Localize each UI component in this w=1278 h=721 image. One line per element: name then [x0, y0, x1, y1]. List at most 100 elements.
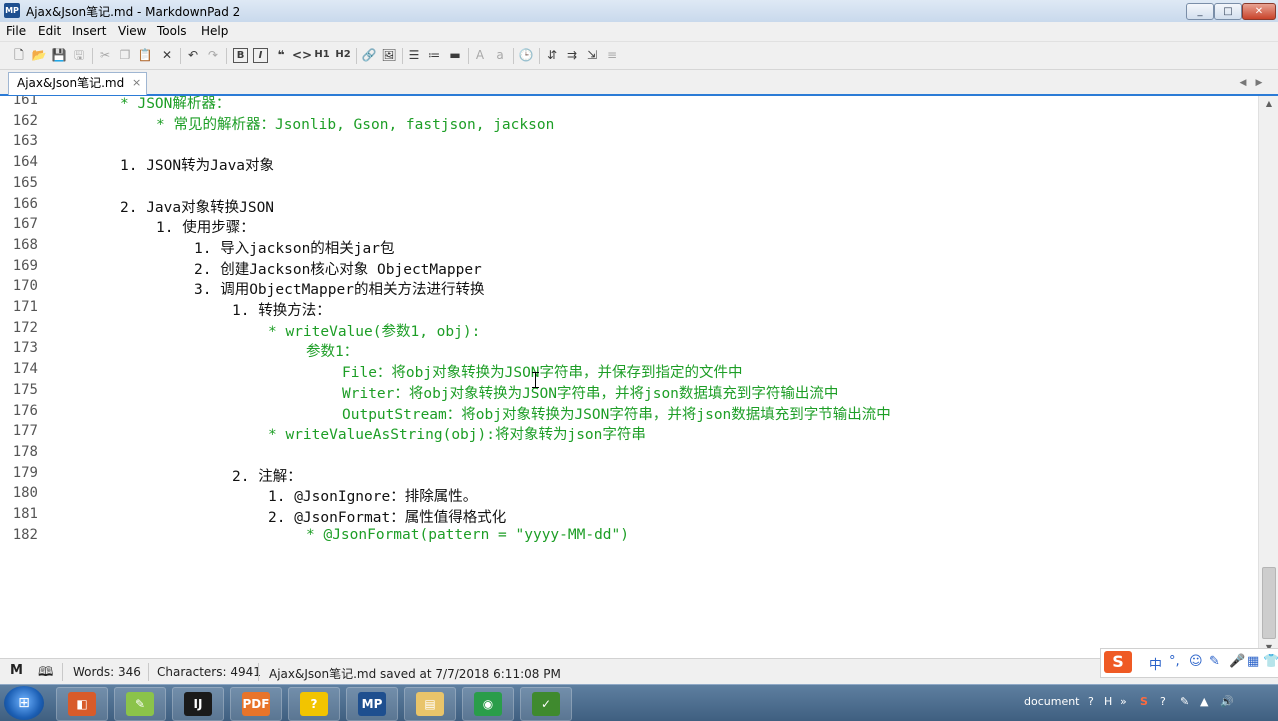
- ime-skin-icon[interactable]: 👕: [1263, 654, 1278, 669]
- tray-sogou-icon[interactable]: S: [1140, 695, 1148, 708]
- taskbar-app-intellij[interactable]: IJ: [172, 687, 224, 721]
- horizontal-rule-icon[interactable]: ▬: [446, 46, 464, 64]
- taskbar-app-chart-app[interactable]: ✓: [520, 687, 572, 721]
- close-button[interactable]: ✕: [1242, 3, 1276, 20]
- book-icon[interactable]: 🕮: [38, 663, 53, 685]
- editor-line[interactable]: 179 2. 注解：: [0, 465, 1258, 486]
- editor-line[interactable]: 173 参数1：: [0, 340, 1258, 361]
- editor-line[interactable]: 174 File：将obj对象转换为JSON字符串，并保存到指定的文件中: [0, 361, 1258, 382]
- ime-voice-icon[interactable]: 🎤: [1229, 654, 1245, 669]
- editor-line[interactable]: 167 1. 使用步骤：: [0, 216, 1258, 237]
- lowercase-icon[interactable]: a: [491, 46, 509, 64]
- tray-ime-h-icon[interactable]: H: [1104, 695, 1112, 708]
- editor-line[interactable]: 176 OutputStream：将obj对象转换为JSON字符串，并将json数…: [0, 403, 1258, 424]
- menu-view[interactable]: View: [118, 24, 146, 38]
- menu-bar: File Edit Insert View Tools Help: [0, 22, 1278, 42]
- tray-expand-icon[interactable]: »: [1120, 695, 1127, 708]
- taskbar-app-help[interactable]: ?: [288, 687, 340, 721]
- editor-line[interactable]: 161 * JSON解析器：: [0, 96, 1258, 113]
- link-icon[interactable]: 🔗: [360, 46, 378, 64]
- undo-icon[interactable]: ↶: [184, 46, 202, 64]
- tab-scroll-right-icon[interactable]: ▶: [1252, 76, 1266, 90]
- scrollbar-thumb[interactable]: [1262, 567, 1276, 639]
- editor-line[interactable]: 181 2. @JsonFormat：属性值得格式化: [0, 506, 1258, 527]
- preview-split-icon[interactable]: ⇉: [563, 46, 581, 64]
- timestamp-icon[interactable]: 🕒: [517, 46, 535, 64]
- editor-line[interactable]: 162 * 常见的解析器：Jsonlib, Gson, fastjson, jac…: [0, 113, 1258, 134]
- toolbar-overflow-icon[interactable]: ≡: [603, 46, 621, 64]
- editor-line[interactable]: 180 1. @JsonIgnore：排除属性。: [0, 485, 1258, 506]
- ime-punctuation-icon[interactable]: °,: [1169, 654, 1180, 669]
- editor-line[interactable]: 177 * writeValueAsString(obj):将对象转为json字符…: [0, 423, 1258, 444]
- maximize-button[interactable]: □: [1214, 3, 1242, 20]
- editor-line[interactable]: 171 1. 转换方法：: [0, 299, 1258, 320]
- line-number: 161: [12, 96, 38, 108]
- editor-line[interactable]: 182 * @JsonFormat(pattern = "yyyy-MM-dd"): [0, 527, 1258, 548]
- export-icon[interactable]: ⇲: [583, 46, 601, 64]
- tray-volume-icon[interactable]: 🔊: [1220, 695, 1234, 708]
- new-file-icon[interactable]: 🗋: [10, 46, 28, 64]
- start-button[interactable]: ⊞: [4, 686, 44, 720]
- taskbar-app-markdownpad[interactable]: MP: [346, 687, 398, 721]
- editor-line[interactable]: 169 2. 创建Jackson核心对象 ObjectMapper: [0, 258, 1258, 279]
- editor-line[interactable]: 170 3. 调用ObjectMapper的相关方法进行转换: [0, 278, 1258, 299]
- cut-icon[interactable]: ✂: [96, 46, 114, 64]
- editor-line[interactable]: 175 Writer：将obj对象转换为JSON字符串，并将json数据填充到字符…: [0, 382, 1258, 403]
- taskbar-app-pdf-reader[interactable]: PDF: [230, 687, 282, 721]
- editor-line[interactable]: 165: [0, 175, 1258, 196]
- markdown-mode-icon[interactable]: M: [10, 663, 23, 678]
- preview-icon[interactable]: ⇵: [543, 46, 561, 64]
- editor-line[interactable]: 168 1. 导入jackson的相关jar包: [0, 237, 1258, 258]
- open-file-icon[interactable]: 📂: [30, 46, 48, 64]
- italic-icon[interactable]: I: [253, 48, 268, 63]
- save-icon[interactable]: 💾: [50, 46, 68, 64]
- menu-help[interactable]: Help: [201, 24, 228, 38]
- tab-ajax-json-md[interactable]: Ajax&Json笔记.md ×: [8, 72, 148, 95]
- taskbar-app-file-explorer[interactable]: ▤: [404, 687, 456, 721]
- paste-icon[interactable]: 📋: [136, 46, 154, 64]
- ime-toolbar[interactable]: S 中 °, ☺ ✎ 🎤 ▦ 👕: [1100, 648, 1278, 678]
- vertical-scrollbar[interactable]: ▲ ▼: [1258, 96, 1278, 658]
- delete-icon[interactable]: ✕: [158, 46, 176, 64]
- tray-flag-icon[interactable]: ▲: [1200, 695, 1208, 708]
- menu-tools[interactable]: Tools: [157, 24, 187, 38]
- redo-icon[interactable]: ↷: [204, 46, 222, 64]
- copy-icon[interactable]: ❐: [116, 46, 134, 64]
- tray-document-label[interactable]: document: [1024, 695, 1080, 708]
- quote-icon[interactable]: ❝: [272, 46, 290, 64]
- tray-pen-icon[interactable]: ✎: [1180, 695, 1189, 708]
- code-icon[interactable]: <>: [292, 46, 312, 64]
- ime-handwrite-icon[interactable]: ✎: [1209, 654, 1220, 669]
- menu-file[interactable]: File: [6, 24, 26, 38]
- taskbar-app-notepad-plus[interactable]: ✎: [114, 687, 166, 721]
- taskbar-app-explorer-pinned[interactable]: ◧: [56, 687, 108, 721]
- menu-insert[interactable]: Insert: [72, 24, 106, 38]
- markdownpad-app-icon[interactable]: MP: [4, 3, 20, 18]
- sogou-ime-icon[interactable]: S: [1104, 651, 1132, 673]
- save-all-icon[interactable]: 🖫: [70, 46, 88, 64]
- uppercase-icon[interactable]: A: [471, 46, 489, 64]
- ordered-list-icon[interactable]: ≔: [425, 46, 443, 64]
- heading2-icon[interactable]: H2: [334, 46, 352, 64]
- ime-chinese-mode[interactable]: 中: [1149, 654, 1162, 673]
- editor-line[interactable]: 164 1. JSON转为Java对象: [0, 154, 1258, 175]
- tab-scroll-left-icon[interactable]: ◀: [1236, 76, 1250, 90]
- taskbar-app-chrome[interactable]: ◉: [462, 687, 514, 721]
- heading1-icon[interactable]: H1: [313, 46, 331, 64]
- editor-line[interactable]: 163: [0, 133, 1258, 154]
- tray-help-icon[interactable]: ?: [1088, 695, 1094, 708]
- bold-icon[interactable]: B: [233, 48, 248, 63]
- ime-emoji-icon[interactable]: ☺: [1189, 654, 1203, 669]
- editor-pane[interactable]: 161 * JSON解析器： 162 * 常见的解析器：Jsonlib, Gson, …: [0, 96, 1258, 658]
- scroll-up-icon[interactable]: ▲: [1259, 96, 1278, 112]
- minimize-button[interactable]: _: [1186, 3, 1214, 20]
- editor-line[interactable]: 166 2. Java对象转换JSON: [0, 196, 1258, 217]
- menu-edit[interactable]: Edit: [38, 24, 61, 38]
- editor-line[interactable]: 178: [0, 444, 1258, 465]
- tab-close-icon[interactable]: ×: [132, 73, 141, 93]
- image-icon[interactable]: 🖼: [380, 46, 398, 64]
- tray-question-icon[interactable]: ?: [1160, 695, 1166, 708]
- ime-keyboard-icon[interactable]: ▦: [1247, 654, 1259, 669]
- unordered-list-icon[interactable]: ☰: [405, 46, 423, 64]
- editor-line[interactable]: 172 * writeValue(参数1, obj):: [0, 320, 1258, 341]
